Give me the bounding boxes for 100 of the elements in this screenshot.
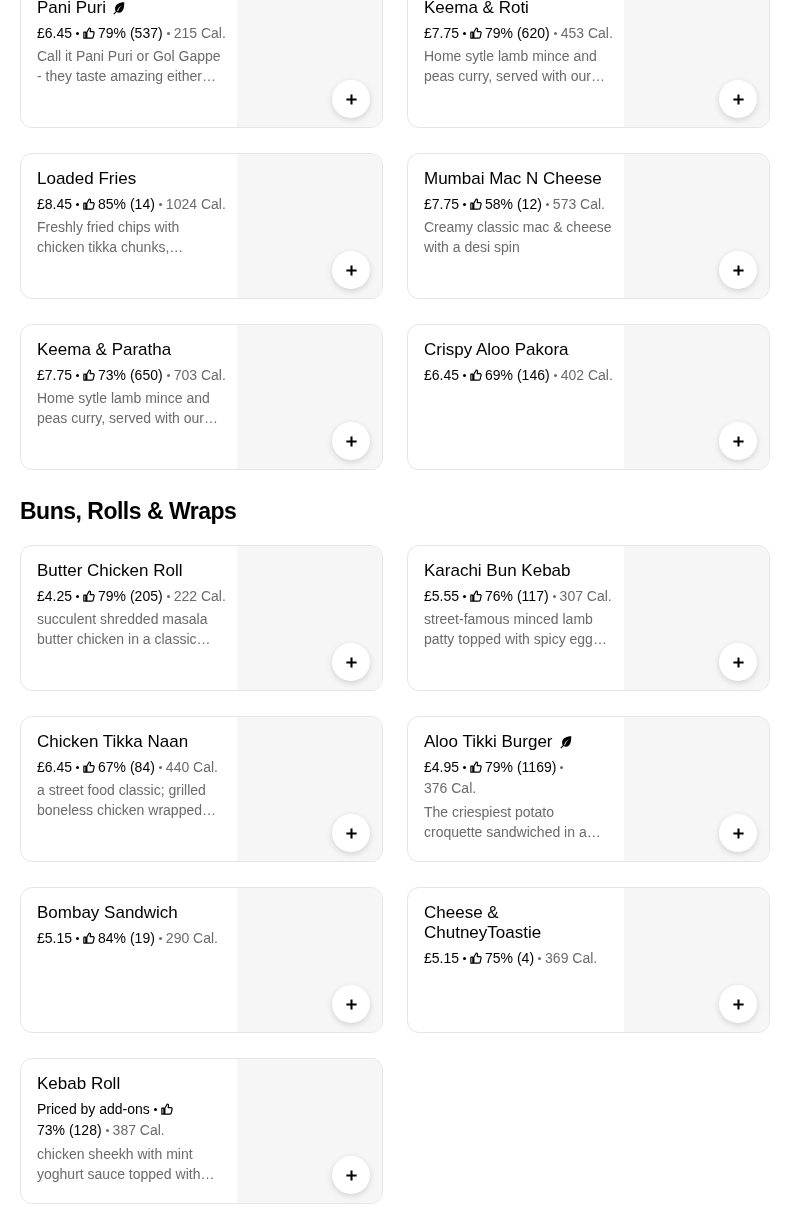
item-calories: 1024 Cal. <box>165 196 226 213</box>
item-rating: 79% (537) <box>98 25 163 42</box>
item-calories: 307 Cal. <box>559 588 612 605</box>
menu-item-card[interactable]: Mumbai Mac N Cheese £7.75 58% (12) 573 Cal. Creamy classic mac & cheese with a desi spin <box>407 153 770 299</box>
thumbs-up-icon <box>83 761 96 774</box>
separator-dot <box>76 31 80 35</box>
menu-item-card[interactable]: Crispy Aloo Pakora £6.45 69% (146) 402 Cal. <box>407 324 770 470</box>
thumbs-up-icon <box>83 198 96 211</box>
separator-dot <box>158 765 162 769</box>
item-name: Chicken Tikka Naan <box>37 732 189 752</box>
item-description: Creamy classic mac & cheese with a desi spin <box>424 218 613 258</box>
plus-icon <box>344 826 358 840</box>
plus-icon <box>731 263 745 277</box>
item-name: Pani Puri <box>37 0 106 18</box>
item-price: £6.45 <box>37 25 73 42</box>
thumbs-up-icon <box>470 761 483 774</box>
menu-item-card[interactable]: Bombay Sandwich £5.15 84% (19) 290 Cal. <box>20 887 383 1033</box>
item-name: Crispy Aloo Pakora <box>424 340 569 360</box>
plus-icon <box>344 997 358 1011</box>
item-calories: 573 Cal. <box>552 196 605 213</box>
item-price: £7.75 <box>37 367 73 384</box>
item-name: Cheese & ChutneyToastie <box>424 903 543 943</box>
item-name: Keema & Roti <box>424 0 529 18</box>
plus-icon <box>731 826 745 840</box>
item-calories: 215 Cal. <box>173 25 226 42</box>
menu-item-card[interactable]: Karachi Bun Kebab £5.55 76% (117) 307 Cal. street-famous minced lamb patty topped with spicy egg… <box>407 545 770 691</box>
item-description: chicken sheekh with mint yoghurt sauce topped with… <box>37 1144 216 1184</box>
menu-item-card[interactable]: Keema & Roti £7.75 79% (620) 453 Cal. Home sytle lamb mince and peas curry, served with our… <box>407 0 770 128</box>
item-rating: 58% (12) <box>485 196 542 213</box>
thumbs-up-icon <box>470 952 483 965</box>
item-price: £5.15 <box>424 950 460 967</box>
separator-dot <box>560 765 564 769</box>
thumbs-up-icon <box>470 198 483 211</box>
item-description: a street food classic; grilled boneless chicken wrapped… <box>37 781 217 821</box>
separator-dot <box>463 202 467 206</box>
separator-dot <box>76 594 80 598</box>
menu-item-card[interactable]: Loaded Fries £8.45 85% (14) 1024 Cal. Freshly fried chips with chicken tikka chunks,… <box>20 153 383 299</box>
separator-dot <box>166 373 170 377</box>
item-price: £5.15 <box>37 930 73 947</box>
item-name: Mumbai Mac N Cheese <box>424 169 602 189</box>
separator-dot <box>463 373 467 377</box>
thumbs-up-icon <box>83 27 96 40</box>
item-price: £4.25 <box>37 588 73 605</box>
item-price: £6.45 <box>424 367 460 384</box>
item-description: Home sytle lamb mince and peas curry, served with our… <box>37 389 220 429</box>
separator-dot <box>76 765 80 769</box>
item-price: £6.45 <box>37 759 73 776</box>
item-calories: 440 Cal. <box>165 759 218 776</box>
item-name: Karachi Bun Kebab <box>424 561 571 581</box>
item-rating: 73% (650) <box>98 367 163 384</box>
separator-dot <box>463 956 467 960</box>
menu-item-card[interactable]: Aloo Tikki Burger £4.95 79% (1169) 376 Cal. The criespiest potato croquette sandwiched in a… <box>407 716 770 862</box>
menu-item-card[interactable]: Kebab Roll Priced by add-ons 73% (128) 387 Cal. chicken sheekh with mint yoghurt sauce topped with… <box>20 1058 383 1204</box>
item-calories: 402 Cal. <box>560 367 613 384</box>
plus-icon <box>344 1168 358 1182</box>
separator-dot <box>553 31 557 35</box>
thumbs-up-icon <box>470 369 483 382</box>
item-rating: 76% (117) <box>485 588 549 605</box>
plus-icon <box>344 434 358 448</box>
item-name: Aloo Tikki Burger <box>424 732 553 752</box>
menu-item-card[interactable]: Keema & Paratha £7.75 73% (650) 703 Cal. Home sytle lamb mince and peas curry, served with our… <box>20 324 383 470</box>
menu-item-card[interactable]: Chicken Tikka Naan £6.45 67% (84) 440 Cal. a street food classic; grilled boneless chicken wrapped… <box>20 716 383 862</box>
item-calories: 290 Cal. <box>165 930 218 947</box>
item-name: Kebab Roll <box>37 1074 121 1094</box>
item-name: Bombay Sandwich <box>37 903 178 923</box>
item-rating: 75% (4) <box>485 950 535 967</box>
separator-dot <box>76 202 80 206</box>
separator-dot <box>463 765 467 769</box>
item-description: Call it Pani Puri or Gol Gappe - they taste amazing either… <box>37 47 222 87</box>
separator-dot <box>166 594 170 598</box>
item-calories: 222 Cal. <box>173 588 226 605</box>
menu-item-card[interactable]: Butter Chicken Roll £4.25 79% (205) 222 Cal. succulent shredded masala butter chicken in a classic… <box>20 545 383 691</box>
thumbs-up-icon <box>83 369 96 382</box>
item-rating: 79% (1169) <box>485 759 557 776</box>
item-description: street-famous minced lamb patty topped with spicy egg… <box>424 610 608 650</box>
item-name: Butter Chicken Roll <box>37 561 183 581</box>
item-rating: 73% (128) <box>37 1122 102 1139</box>
plus-icon <box>344 92 358 106</box>
item-price: £8.45 <box>37 196 73 213</box>
thumbs-up-icon <box>470 590 483 603</box>
item-price: £7.75 <box>424 196 460 213</box>
separator-dot <box>76 373 80 377</box>
item-rating: 79% (620) <box>485 25 550 42</box>
plus-icon <box>731 997 745 1011</box>
item-description: Home sytle lamb mince and peas curry, served with our… <box>424 47 607 87</box>
thumbs-up-icon <box>83 932 96 945</box>
separator-dot <box>166 31 170 35</box>
menu-item-card[interactable]: Cheese & ChutneyToastie £5.15 75% (4) 369 Cal. <box>407 887 770 1033</box>
item-rating: 67% (84) <box>98 759 155 776</box>
menu-item-card[interactable]: Pani Puri £6.45 79% (537) 215 Cal. Call it Pani Puri or Gol Gappe - they taste amazing either… <box>20 0 383 128</box>
separator-dot <box>158 202 162 206</box>
thumbs-up-icon <box>470 27 483 40</box>
separator-dot <box>76 936 80 940</box>
item-rating: 79% (205) <box>98 588 163 605</box>
item-name: Keema & Paratha <box>37 340 172 360</box>
section-heading: Buns, Rolls & Wraps <box>20 498 238 525</box>
separator-dot <box>463 31 467 35</box>
item-description: succulent shredded masala butter chicken in a classic… <box>37 610 212 650</box>
separator-dot <box>552 594 556 598</box>
item-calories: 703 Cal. <box>173 367 226 384</box>
